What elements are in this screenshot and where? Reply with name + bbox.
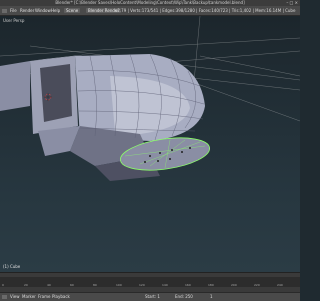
timeline-ruler[interactable]: 0 20 40 60 80 100 120 140 160 180 200 22… [0,277,300,287]
tick-label: 100 [116,283,122,287]
tick-label: 200 [231,283,237,287]
info-header: File Render Window Help Scene Blender Re… [0,6,300,16]
active-object-label: (1) Cube [3,264,21,269]
editor-type-icon[interactable] [2,6,8,15]
window-title: Blender* [C:\Blender Saves\HoloContent\M… [55,0,245,5]
scene-stats: v2.79 | Verts:173/541 | Edges:398/1280 |… [115,8,296,13]
menu-help[interactable]: Help [51,6,60,15]
tick-label: 140 [162,283,168,287]
tick-label: 160 [185,283,191,287]
view-perspective-label: User Persp [3,18,25,23]
tick-label: 120 [139,283,145,287]
tick-label: 0 [2,283,4,287]
menu-window[interactable]: Window [35,6,51,15]
scene-selector[interactable]: Scene [64,8,81,13]
tick-label: 240 [277,283,283,287]
tick-label: 20 [24,283,28,287]
tick-label: 180 [208,283,214,287]
tick-label: 60 [70,283,74,287]
timeline[interactable]: 0 20 40 60 80 100 120 140 160 180 200 22… [0,272,300,293]
viewport-canvas[interactable] [0,16,300,272]
3d-viewport[interactable]: User Persp (1) Cube [0,16,300,272]
tick-label: 220 [254,283,260,287]
tick-label: 80 [93,283,97,287]
menu-file[interactable]: File [10,6,17,15]
menu-render[interactable]: Render [20,6,34,15]
tick-label: 40 [47,283,51,287]
